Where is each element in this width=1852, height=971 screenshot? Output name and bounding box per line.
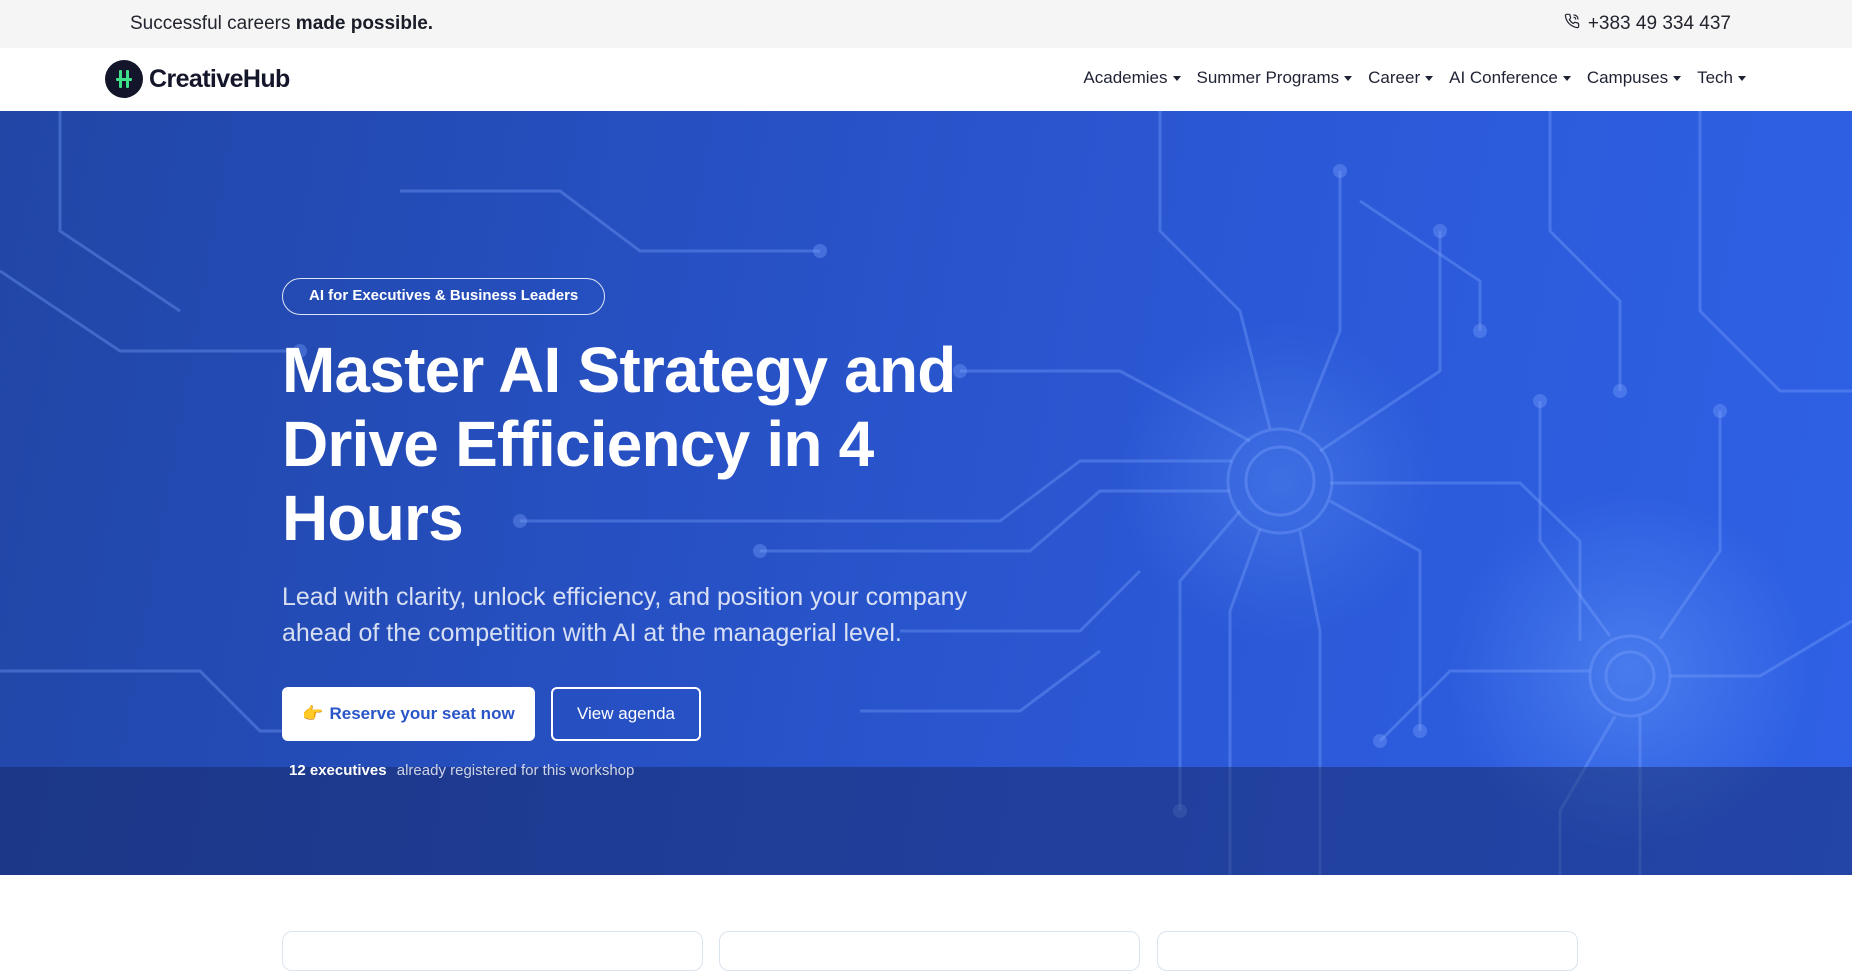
nav-item-label: Tech [1697,68,1733,87]
nav-item-ai-conference[interactable]: AI Conference [1449,68,1571,88]
nav-menu: Academies Summer Programs Career AI Conf… [1083,68,1746,88]
logo-wordmark: CreativeHub [149,64,290,93]
hero-headline: Master AI Strategy and Drive Efficiency … [282,334,956,554]
feature-card [1157,931,1578,971]
nav-item-label: AI Conference [1449,68,1558,87]
logo-mark-icon [105,60,143,98]
chevron-down-icon [1673,75,1682,81]
main-navbar: CreativeHub Academies Summer Programs Ca… [0,48,1852,111]
top-announcement-bar: Successful careers made possible. +383 4… [0,0,1852,48]
nav-item-academies[interactable]: Academies [1083,68,1181,88]
nav-item-summer-programs[interactable]: Summer Programs [1197,68,1353,88]
nav-item-tech[interactable]: Tech [1697,68,1746,88]
audience-badge: AI for Executives & Business Leaders [282,278,606,315]
reserve-seat-label: Reserve your seat now [329,704,515,723]
nav-item-label: Academies [1083,68,1168,87]
chevron-down-icon [1738,75,1746,81]
phone-number: +383 49 334 437 [1587,13,1731,34]
feature-card [282,931,703,971]
phone-icon [1564,13,1580,35]
phone-link[interactable]: +383 49 334 437 [1564,13,1731,35]
tagline-bold: made possible. [295,13,434,34]
registration-count: 12 executives already registered for thi… [289,762,634,779]
tagline: Successful careers made possible. [130,13,433,35]
hero-bottom-band [0,767,1852,875]
hero-subheadline: Lead with clarity, unlock efficiency, an… [282,583,968,647]
view-agenda-button[interactable]: View agenda [551,687,701,741]
chevron-down-icon [1172,75,1181,81]
tagline-regular: Successful careers [130,13,296,34]
feature-card [719,931,1140,971]
chevron-down-icon [1344,75,1353,81]
nav-item-label: Career [1368,68,1421,87]
chevron-down-icon [1562,75,1571,81]
registered-text: already registered for this workshop [396,762,635,779]
reserve-seat-button[interactable]: 👉 Reserve your seat now [282,687,535,741]
chevron-down-icon [1425,75,1434,81]
hero-section: AI for Executives & Business Leaders Mas… [0,111,1852,875]
nav-item-label: Summer Programs [1196,68,1340,87]
nav-item-label: Campuses [1586,68,1669,87]
pointing-hand-icon: 👉 [302,704,324,723]
nav-item-campuses[interactable]: Campuses [1586,68,1682,88]
logo-link[interactable]: CreativeHub [105,60,290,98]
registered-count: 12 executives [289,762,387,779]
nav-item-career[interactable]: Career [1368,68,1434,88]
